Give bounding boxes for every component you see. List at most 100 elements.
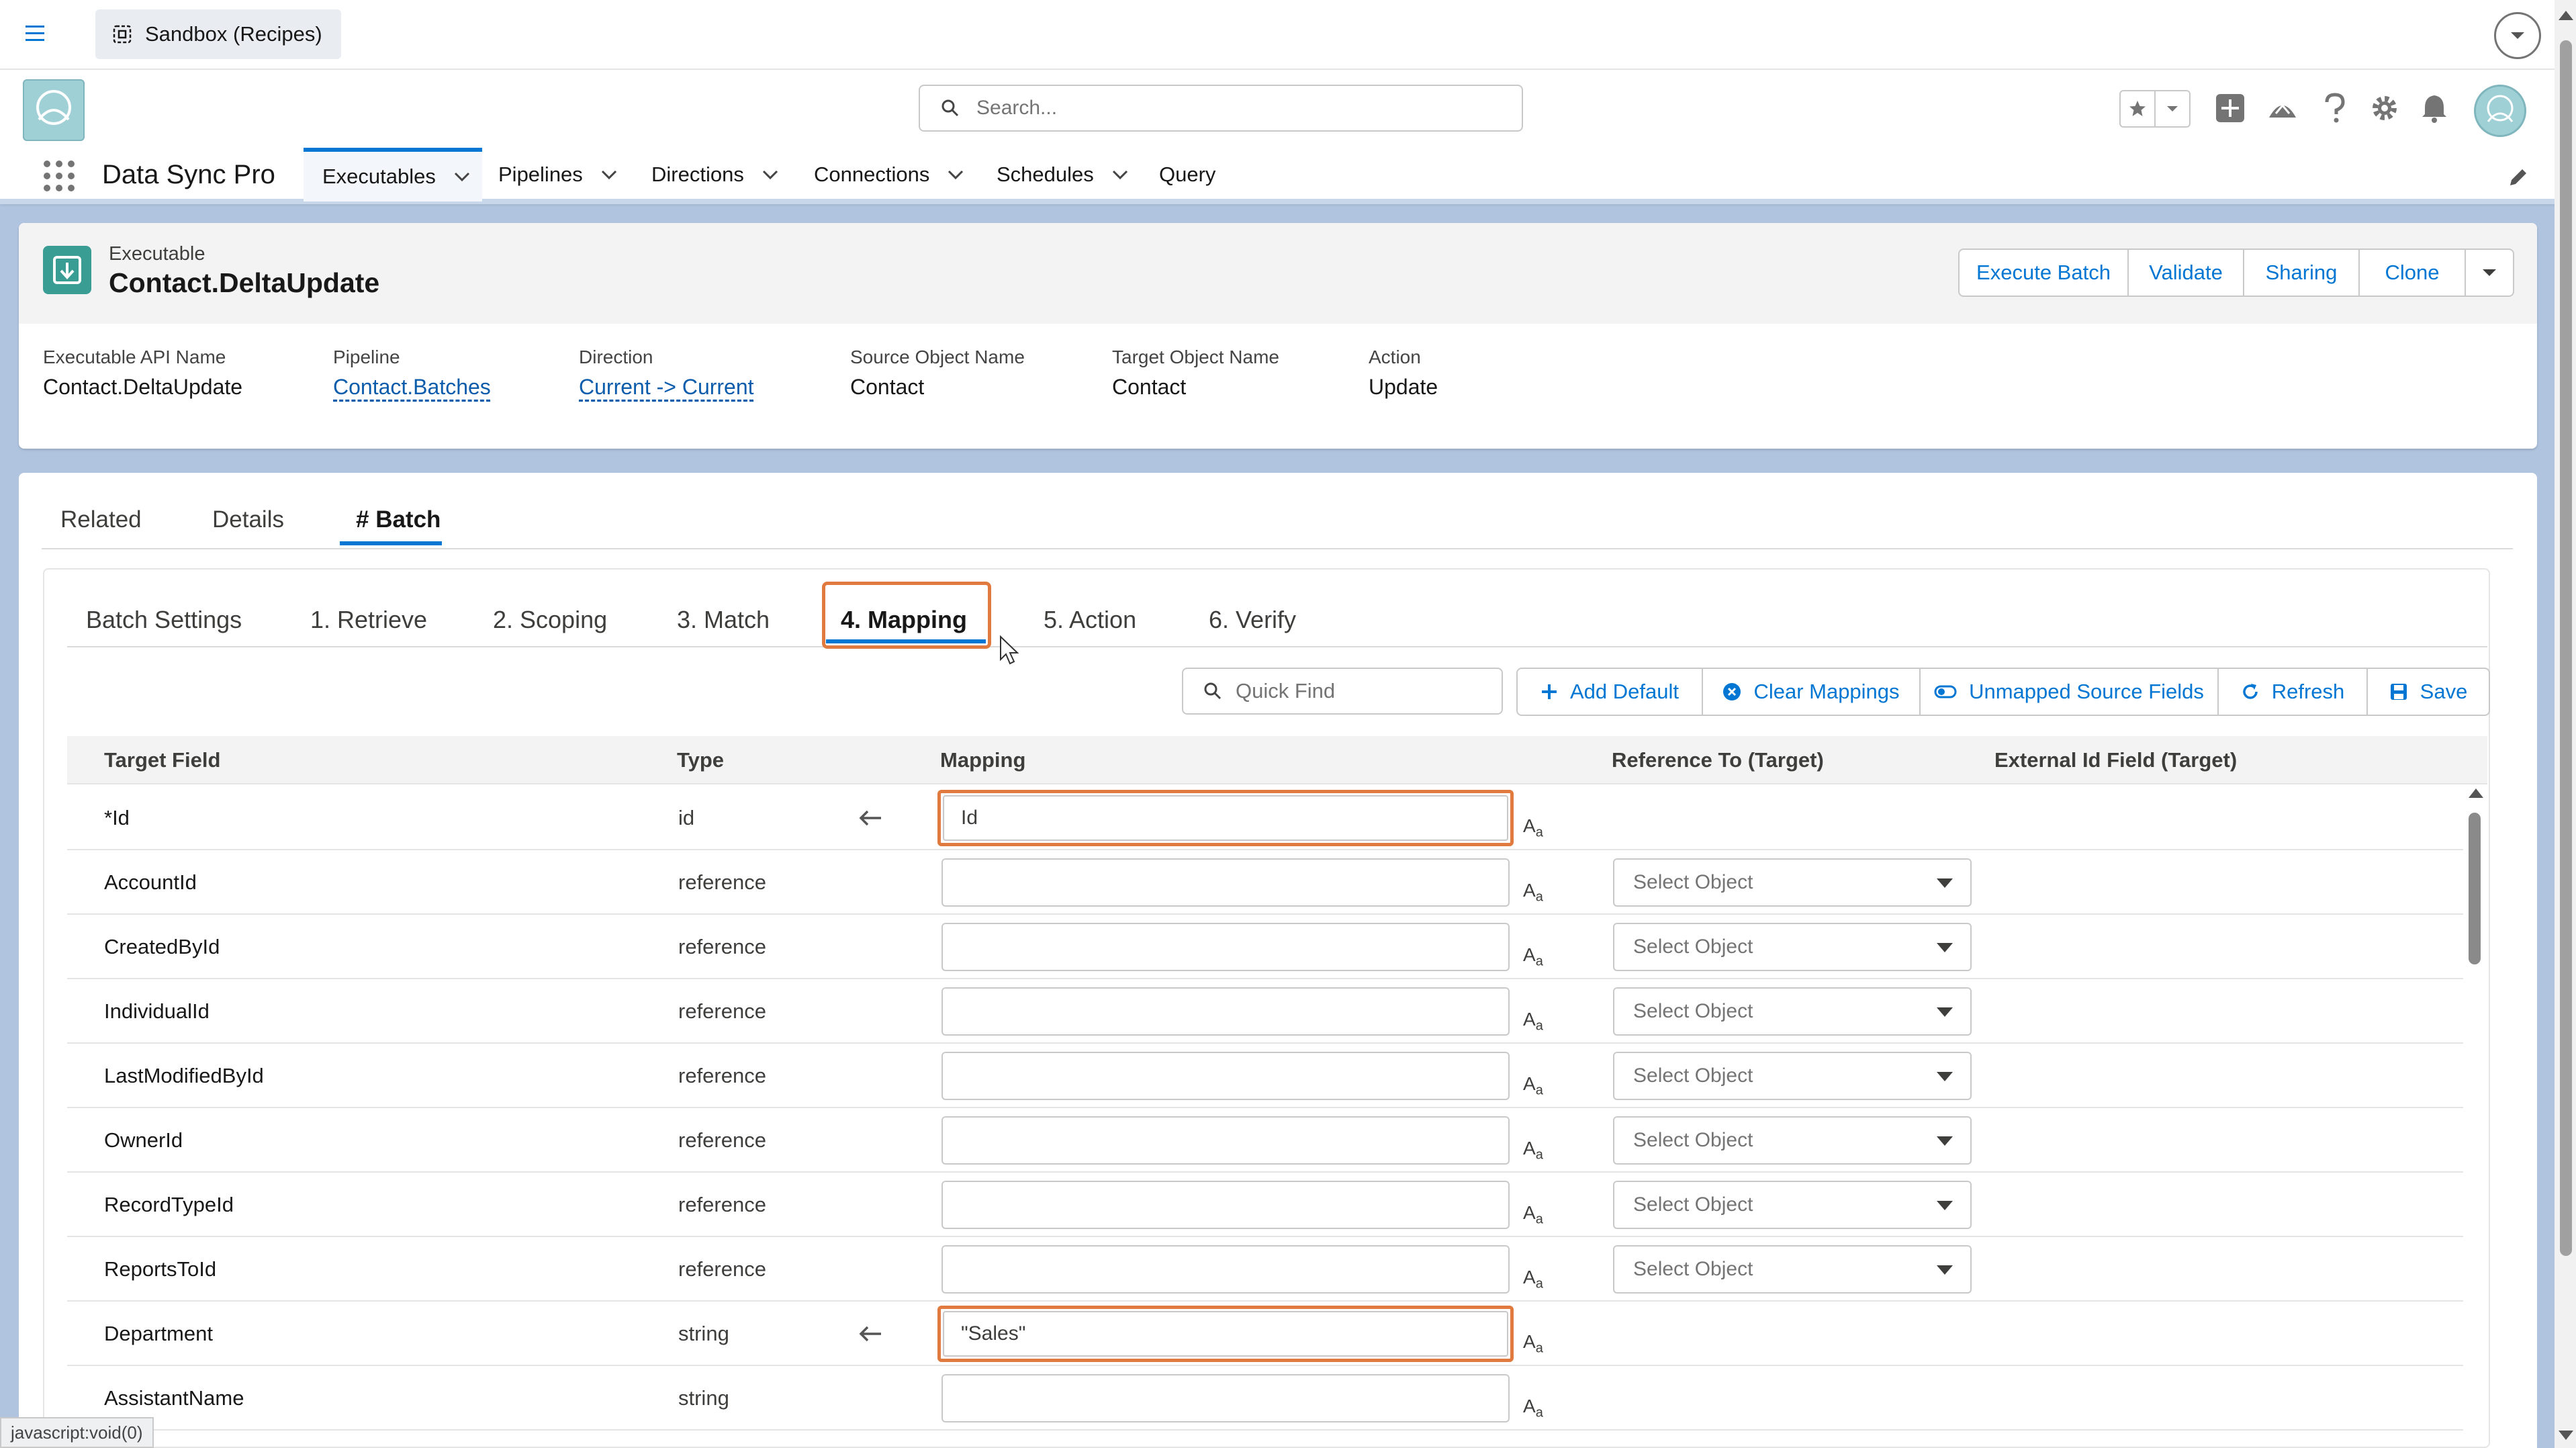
save-button[interactable]: Save: [2368, 669, 2489, 715]
subtab-mapping[interactable]: 4. Mapping: [841, 606, 967, 634]
nav-tab-connections[interactable]: Connections: [814, 148, 964, 201]
nav-tab-directions[interactable]: Directions: [651, 148, 779, 201]
nav-tab-schedules[interactable]: Schedules: [997, 148, 1129, 201]
help-icon[interactable]: [2318, 91, 2352, 125]
text-format-icon[interactable]: Aa: [1523, 1202, 1543, 1228]
unmapped-source-fields-button[interactable]: Unmapped Source Fields: [1921, 669, 2219, 715]
edit-nav-pencil-icon[interactable]: [2506, 165, 2530, 189]
clear-mappings-button[interactable]: Clear Mappings: [1703, 669, 1921, 715]
global-search-input[interactable]: Search...: [919, 85, 1523, 132]
app-launcher-icon[interactable]: [42, 159, 77, 193]
chevron-down-icon[interactable]: [2156, 91, 2189, 126]
bell-icon[interactable]: [2418, 91, 2451, 125]
highlight-label: Direction: [579, 347, 653, 367]
text-format-icon-glyph: A: [1523, 1331, 1536, 1352]
trailhead-icon[interactable]: [2266, 91, 2299, 125]
mapping-input[interactable]: Id: [937, 790, 1514, 846]
scroll-up-arrow-icon[interactable]: [2559, 11, 2573, 20]
text-format-icon-sub: a: [1535, 1341, 1543, 1356]
chevron-down-icon[interactable]: [600, 169, 618, 180]
text-format-icon[interactable]: Aa: [1523, 1138, 1543, 1163]
chevron-down-icon[interactable]: [947, 169, 964, 180]
reference-object-select[interactable]: Select Object: [1613, 1181, 1972, 1229]
favorites-group[interactable]: [2119, 90, 2191, 128]
chevron-down-icon[interactable]: [1111, 169, 1129, 180]
target-field-cell: IndividualId: [104, 999, 210, 1023]
sharing-button[interactable]: Sharing: [2244, 250, 2360, 296]
mapping-input[interactable]: "Sales": [937, 1306, 1514, 1362]
reference-object-select[interactable]: Select Object: [1613, 1052, 1972, 1100]
mapping-input[interactable]: [941, 1116, 1510, 1165]
text-format-icon[interactable]: Aa: [1523, 944, 1543, 970]
reference-object-select[interactable]: Select Object: [1613, 987, 1972, 1036]
chevron-down-icon[interactable]: [2494, 12, 2541, 59]
text-format-icon[interactable]: Aa: [1523, 1073, 1543, 1099]
mapping-input[interactable]: [941, 1181, 1510, 1229]
save-icon: [2389, 682, 2408, 701]
executable-icon: [43, 246, 91, 294]
tab-batch[interactable]: # Batch: [356, 506, 441, 533]
mapping-input[interactable]: [941, 1052, 1510, 1100]
utility-bar: [0, 0, 2576, 70]
column-header-reference-to[interactable]: Reference To (Target): [1612, 748, 1824, 772]
chevron-down-icon: [1937, 1265, 1953, 1275]
mapping-input[interactable]: [941, 923, 1510, 971]
clear-icon: [1722, 682, 1741, 701]
text-format-icon[interactable]: Aa: [1523, 1009, 1543, 1034]
chevron-down-icon[interactable]: [762, 169, 779, 180]
more-actions-chevron-down-icon[interactable]: [2466, 250, 2513, 296]
text-format-icon[interactable]: Aa: [1523, 815, 1543, 841]
column-header-target-field[interactable]: Target Field: [104, 748, 220, 772]
clone-button[interactable]: Clone: [2360, 250, 2466, 296]
tab-details[interactable]: Details: [212, 506, 284, 533]
subtab-batch-settings[interactable]: Batch Settings: [86, 606, 242, 634]
reference-object-select[interactable]: Select Object: [1613, 858, 1972, 907]
scroll-down-arrow-icon[interactable]: [2559, 1431, 2573, 1440]
column-header-mapping[interactable]: Mapping: [940, 748, 1025, 772]
sandbox-badge[interactable]: Sandbox (Recipes): [95, 9, 341, 59]
gear-icon[interactable]: [2368, 91, 2401, 125]
reference-object-select[interactable]: Select Object: [1613, 1245, 1972, 1294]
column-header-external-id[interactable]: External Id Field (Target): [1994, 748, 2237, 772]
column-header-type[interactable]: Type: [677, 748, 724, 772]
reference-object-select[interactable]: Select Object: [1613, 1116, 1972, 1165]
subtab-verify[interactable]: 6. Verify: [1209, 606, 1296, 634]
highlight-label: Source Object Name: [850, 347, 1025, 367]
menu-icon[interactable]: [23, 20, 50, 47]
quick-find-input[interactable]: Quick Find: [1182, 668, 1503, 715]
refresh-label: Refresh: [2271, 680, 2345, 703]
arrow-left-icon: [857, 808, 884, 828]
record-actions: Execute Batch Validate Sharing Clone: [1958, 248, 2514, 297]
scroll-up-arrow-icon[interactable]: [2469, 788, 2483, 798]
mapping-input[interactable]: [941, 987, 1510, 1036]
pipeline-link[interactable]: Contact.Batches: [333, 375, 491, 400]
text-format-icon[interactable]: Aa: [1523, 1396, 1543, 1421]
text-format-icon[interactable]: Aa: [1523, 1267, 1543, 1292]
org-logo[interactable]: [23, 79, 85, 141]
star-icon[interactable]: [2121, 91, 2156, 126]
mapping-input[interactable]: [941, 1245, 1510, 1294]
chevron-down-icon[interactable]: [453, 171, 471, 182]
table-scroll-thumb[interactable]: [2469, 813, 2481, 964]
nav-tab-executables[interactable]: Executables: [304, 148, 482, 201]
validate-button[interactable]: Validate: [2129, 250, 2244, 296]
page-scroll-thumb[interactable]: [2560, 40, 2572, 1256]
subtab-retrieve[interactable]: 1. Retrieve: [310, 606, 427, 634]
subtab-scoping[interactable]: 2. Scoping: [493, 606, 607, 634]
nav-tab-pipelines[interactable]: Pipelines: [498, 148, 618, 201]
mapping-input[interactable]: [941, 858, 1510, 907]
reference-object-select[interactable]: Select Object: [1613, 923, 1972, 971]
add-icon[interactable]: [2213, 91, 2247, 125]
subtab-action[interactable]: 5. Action: [1044, 606, 1136, 634]
nav-tab-query[interactable]: Query: [1159, 148, 1215, 201]
tab-related[interactable]: Related: [60, 506, 142, 533]
execute-batch-button[interactable]: Execute Batch: [1960, 250, 2129, 296]
mapping-input[interactable]: [941, 1374, 1510, 1422]
add-default-button[interactable]: Add Default: [1518, 669, 1703, 715]
subtab-match[interactable]: 3. Match: [677, 606, 770, 634]
user-avatar[interactable]: [2474, 85, 2526, 137]
text-format-icon[interactable]: Aa: [1523, 880, 1543, 905]
refresh-button[interactable]: Refresh: [2219, 669, 2368, 715]
direction-link[interactable]: Current -> Current: [579, 375, 754, 400]
text-format-icon[interactable]: Aa: [1523, 1331, 1543, 1357]
